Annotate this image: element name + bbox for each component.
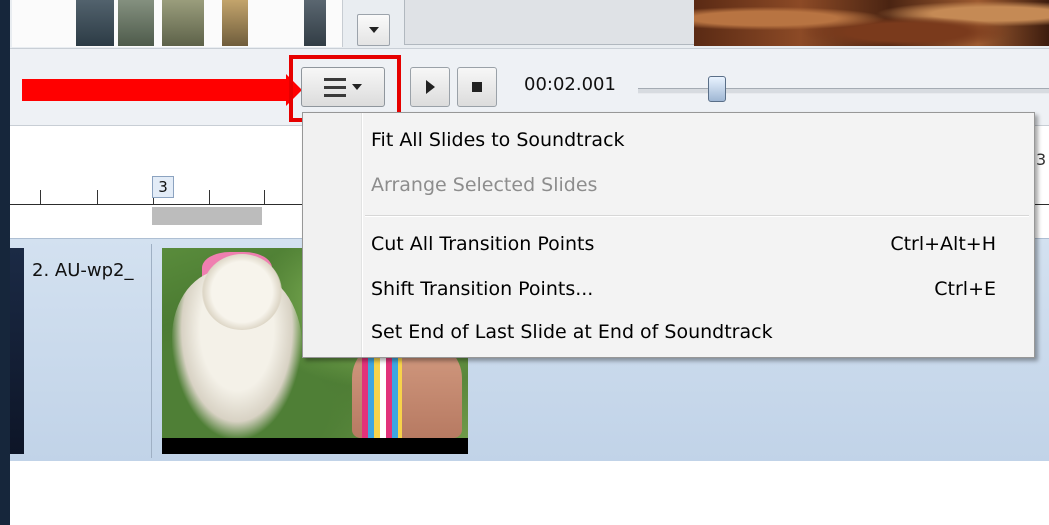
- ruler-tick: [209, 190, 210, 204]
- empty-area: [10, 461, 1049, 525]
- slide-thumbnail[interactable]: [304, 0, 326, 46]
- window-border: [0, 0, 10, 525]
- top-field: [404, 0, 696, 45]
- clip-label: 2. AU-wp2_: [32, 260, 134, 281]
- play-icon: [425, 80, 435, 94]
- strip-dropdown-button[interactable]: [357, 14, 390, 46]
- menu-item-arrange-selected[interactable]: Arrange Selected Slides: [371, 174, 597, 196]
- ruler-tick: [40, 190, 41, 204]
- slide-marker[interactable]: 3: [152, 176, 174, 198]
- stop-icon: [472, 82, 482, 92]
- position-slider-track[interactable]: [638, 88, 1049, 94]
- menu-item-fit-all-slides[interactable]: Fit All Slides to Soundtrack: [371, 129, 625, 151]
- menu-item-cut-transitions[interactable]: Cut All Transition Points: [371, 233, 594, 255]
- annotation-arrow: [22, 79, 288, 101]
- ruler-label: 3: [1036, 150, 1047, 169]
- stop-button[interactable]: [457, 67, 497, 107]
- ruler-tick: [264, 190, 265, 204]
- menu-shortcut-cut-transitions: Ctrl+Alt+H: [890, 233, 996, 255]
- timeline-dropdown-menu: Fit All Slides to Soundtrack Arrange Sel…: [302, 112, 1035, 358]
- slide-duration-bar[interactable]: [152, 207, 262, 225]
- ruler-tick: [97, 190, 98, 204]
- position-slider-thumb[interactable]: [708, 76, 726, 102]
- slide-thumbnail[interactable]: [76, 0, 114, 46]
- thumbnail-chair: [362, 348, 402, 438]
- clip-divider: [151, 244, 152, 458]
- slide-thumbnail[interactable]: [162, 0, 204, 46]
- clip-thumbnail[interactable]: [10, 248, 24, 454]
- play-button[interactable]: [410, 67, 450, 107]
- thumbnail-dog-head: [202, 254, 282, 330]
- menu-gutter-line: [362, 113, 363, 357]
- timecode-display: 00:02.001: [524, 74, 616, 95]
- slide-strip: [12, 0, 343, 47]
- preview-image: [694, 0, 1049, 46]
- menu-shortcut-shift-transitions: Ctrl+E: [934, 278, 996, 300]
- menu-item-shift-transitions[interactable]: Shift Transition Points...: [371, 278, 593, 300]
- menu-icon-gutter: [303, 113, 362, 357]
- slide-thumbnail[interactable]: [222, 0, 248, 46]
- menu-separator: [365, 215, 1029, 217]
- chevron-down-icon: [368, 27, 379, 33]
- menu-item-set-end-last-slide[interactable]: Set End of Last Slide at End of Soundtra…: [371, 321, 773, 343]
- slide-thumbnail[interactable]: [118, 0, 154, 46]
